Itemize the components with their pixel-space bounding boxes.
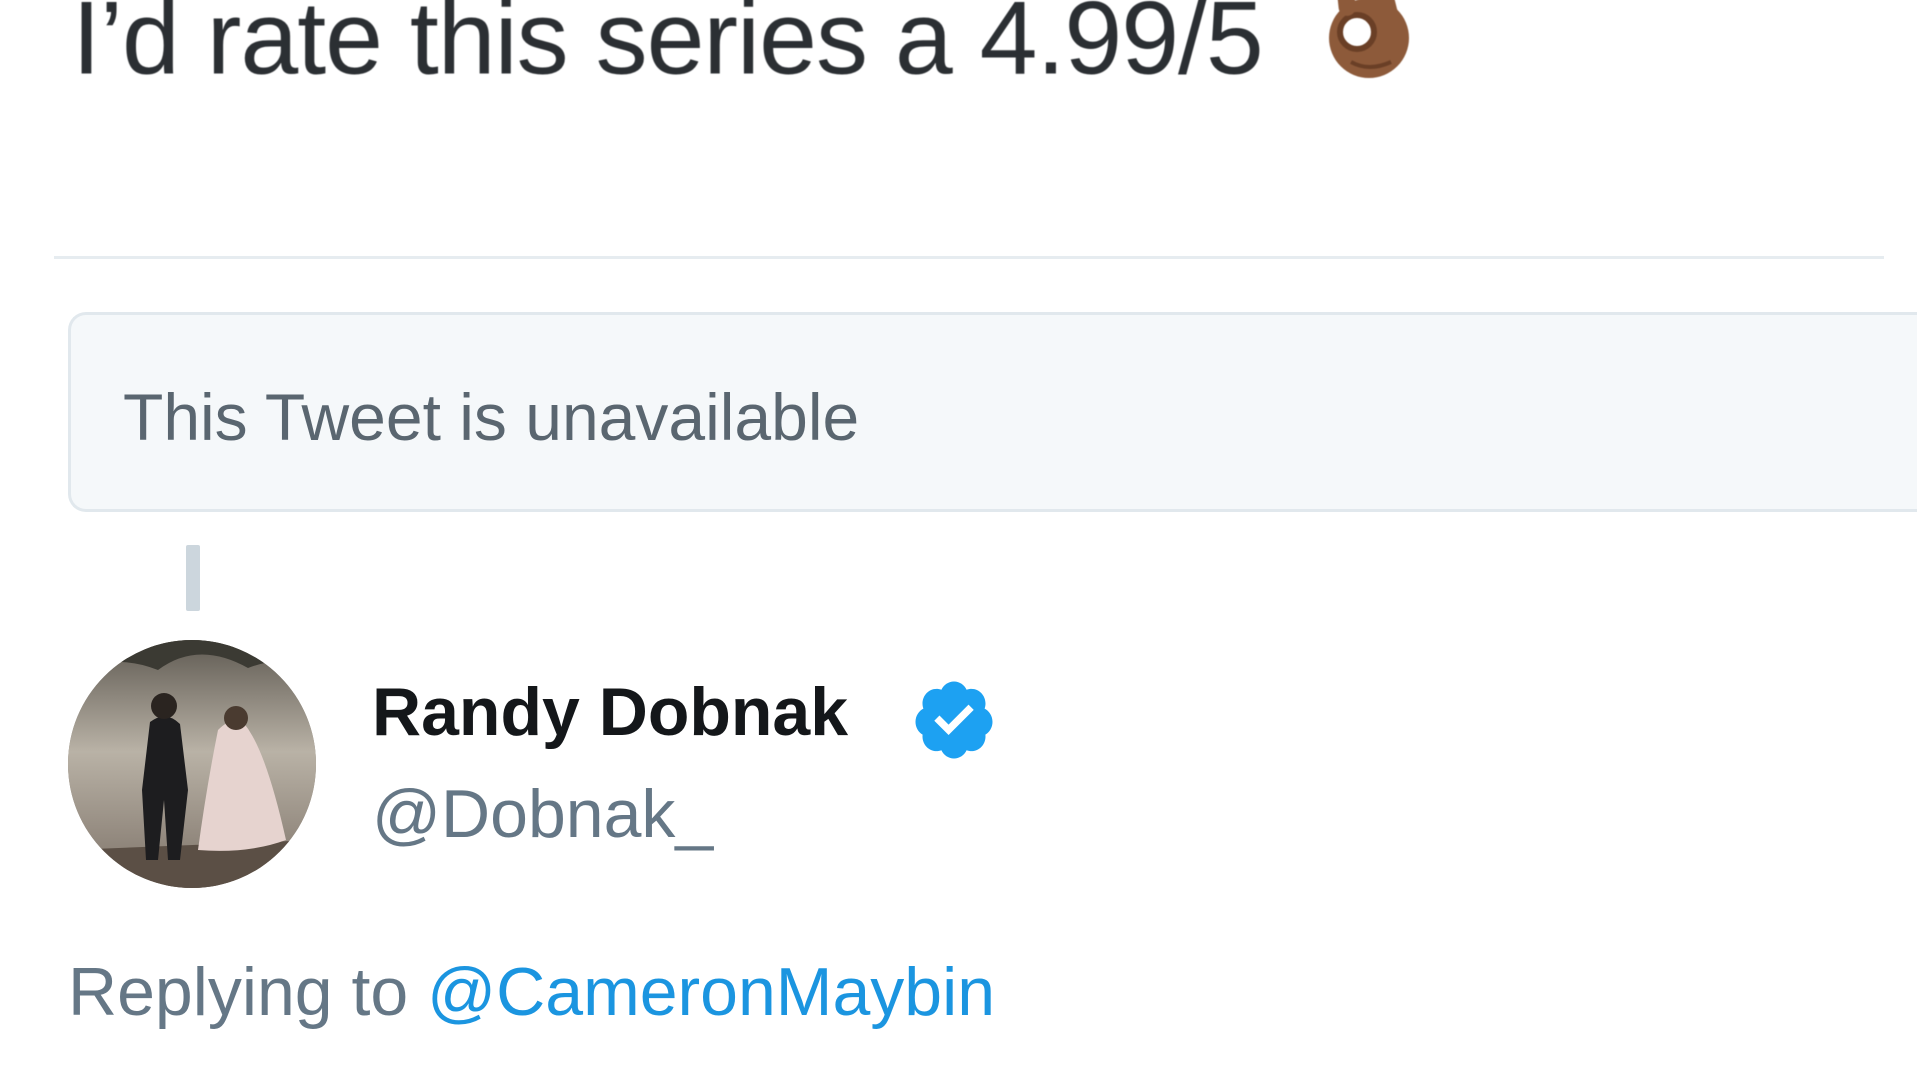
ok-hand-icon [1317,0,1421,114]
avatar[interactable] [68,640,316,888]
divider [54,256,1884,259]
quoted-tweet-card[interactable]: This Tweet is unavailable [68,312,1917,512]
author-display-name[interactable]: Randy Dobnak [372,672,848,752]
replying-to-line: Replying to @CameronMaybin [68,952,995,1032]
replying-prefix: Replying to [68,954,409,1030]
verified-badge-icon [915,681,993,759]
author-handle[interactable]: @Dobnak_ [372,774,713,854]
thread-connector [186,545,200,611]
replying-to-link[interactable]: @CameronMaybin [427,954,995,1030]
tweet-text: I’d rate this series a 4.99/5 [72,0,1421,120]
tweet-text-content: I’d rate this series a 4.99/5 [72,0,1264,97]
unavailable-tweet-text: This Tweet is unavailable [123,380,860,454]
